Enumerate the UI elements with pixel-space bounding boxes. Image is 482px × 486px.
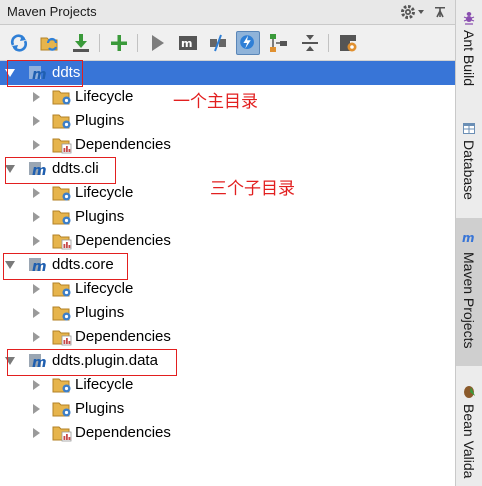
tree-row-dependencies[interactable]: Dependencies	[0, 133, 455, 157]
download-icon[interactable]	[69, 31, 93, 55]
tree-row-plugins[interactable]: Plugins	[0, 397, 455, 421]
tree-item-label: Lifecycle	[75, 280, 134, 297]
settings-icon[interactable]	[336, 31, 360, 55]
tree-item-label: Dependencies	[75, 232, 171, 249]
svg-text:m: m	[462, 231, 475, 245]
lifecycle-icon	[52, 282, 71, 297]
expand-arrow-right-icon[interactable]	[31, 380, 41, 390]
tree-row-lifecycle[interactable]: Lifecycle	[0, 277, 455, 301]
expand-arrow-right-icon[interactable]	[31, 308, 41, 318]
panel-title: Maven Projects	[7, 4, 97, 19]
side-tab-label: Ant Build	[461, 30, 477, 87]
annotation-sub-note: 三个子目录	[210, 179, 295, 199]
tool-window-strip: Ant Build Database m Maven Projects Bean…	[455, 0, 482, 486]
add-icon[interactable]	[107, 31, 131, 55]
side-tab-maven-projects[interactable]: m Maven Projects	[456, 218, 482, 366]
tree-row-dependencies[interactable]: Dependencies	[0, 229, 455, 253]
run-icon[interactable]	[145, 31, 169, 55]
tree-item-label: Plugins	[75, 208, 125, 225]
chevron-down-icon[interactable]	[417, 8, 425, 16]
plugins-icon	[52, 210, 71, 225]
expand-arrow-right-icon[interactable]	[31, 428, 41, 438]
expand-arrow-right-icon[interactable]	[31, 188, 41, 198]
side-tab-database[interactable]: Database	[456, 112, 482, 210]
bean-icon	[464, 386, 475, 398]
annotation-box-plugin-data	[7, 349, 177, 376]
toolbar: m	[0, 25, 455, 61]
expand-arrow-right-icon[interactable]	[31, 332, 41, 342]
lifecycle-icon	[52, 186, 71, 201]
tree-item-label: Lifecycle	[75, 184, 134, 201]
expand-arrow-right-icon[interactable]	[31, 284, 41, 294]
tree-item-label: Lifecycle	[75, 88, 134, 105]
tree-row-dependencies[interactable]: Dependencies	[0, 325, 455, 349]
tree-item-label: Plugins	[75, 400, 125, 417]
tree-row-lifecycle[interactable]: Lifecycle	[0, 373, 455, 397]
tree-item-label: Lifecycle	[75, 376, 134, 393]
expand-arrow-right-icon[interactable]	[31, 404, 41, 414]
expand-arrow-right-icon[interactable]	[31, 116, 41, 126]
ant-icon	[463, 12, 475, 25]
plugins-icon	[52, 114, 71, 129]
side-tab-label: Database	[461, 140, 477, 200]
side-tab-label: Bean Valida	[461, 404, 477, 479]
gear-icon[interactable]	[399, 3, 417, 21]
svg-text:m: m	[181, 37, 192, 50]
skip-tests-icon[interactable]	[236, 31, 260, 55]
toolbar-separator	[137, 34, 138, 52]
expand-arrow-right-icon[interactable]	[31, 236, 41, 246]
side-tab-label: Maven Projects	[461, 252, 477, 349]
annotation-box-core	[3, 253, 128, 280]
plugins-icon	[52, 306, 71, 321]
tree-item-label: Dependencies	[75, 136, 171, 153]
dependencies-icon	[52, 234, 72, 250]
panel-header: Maven Projects	[0, 0, 455, 25]
expand-arrow-right-icon[interactable]	[31, 212, 41, 222]
show-dependencies-icon[interactable]	[267, 31, 291, 55]
lifecycle-icon	[52, 378, 71, 393]
toolbar-separator	[99, 34, 100, 52]
expand-arrow-right-icon[interactable]	[31, 140, 41, 150]
reimport-icon[interactable]	[7, 31, 31, 55]
expand-arrow-right-icon[interactable]	[31, 92, 41, 102]
annotation-main-note: 一个主目录	[173, 92, 258, 112]
toolbar-separator	[328, 34, 329, 52]
tree-row-plugins[interactable]: Plugins	[0, 109, 455, 133]
lifecycle-icon	[52, 90, 71, 105]
tree-item-label: Dependencies	[75, 424, 171, 441]
maven-projects-panel: Maven Projects m m ddts Lifecycle Plugin…	[0, 0, 455, 486]
tree-item-label: Plugins	[75, 304, 125, 321]
database-icon	[463, 123, 475, 134]
tree-row-plugins[interactable]: Plugins	[0, 301, 455, 325]
annotation-box-main	[7, 60, 83, 87]
annotation-box-cli	[5, 157, 116, 184]
tree-item-label: Dependencies	[75, 328, 171, 345]
tree-item-label: Plugins	[75, 112, 125, 129]
dependencies-icon	[52, 426, 72, 442]
toggle-offline-icon[interactable]	[206, 31, 230, 55]
generate-sources-icon[interactable]	[38, 31, 62, 55]
tree-row-plugins[interactable]: Plugins	[0, 205, 455, 229]
hide-panel-icon[interactable]	[432, 4, 448, 20]
dependencies-icon	[52, 138, 72, 154]
collapse-all-icon[interactable]	[298, 31, 322, 55]
plugins-icon	[52, 402, 71, 417]
tree-row-dependencies[interactable]: Dependencies	[0, 421, 455, 445]
maven-icon: m	[462, 231, 475, 245]
dependencies-icon	[52, 330, 72, 346]
side-tab-ant-build[interactable]: Ant Build	[456, 2, 482, 102]
maven-goal-icon[interactable]: m	[176, 31, 200, 55]
side-tab-bean-validation[interactable]: Bean Valida	[456, 376, 482, 486]
